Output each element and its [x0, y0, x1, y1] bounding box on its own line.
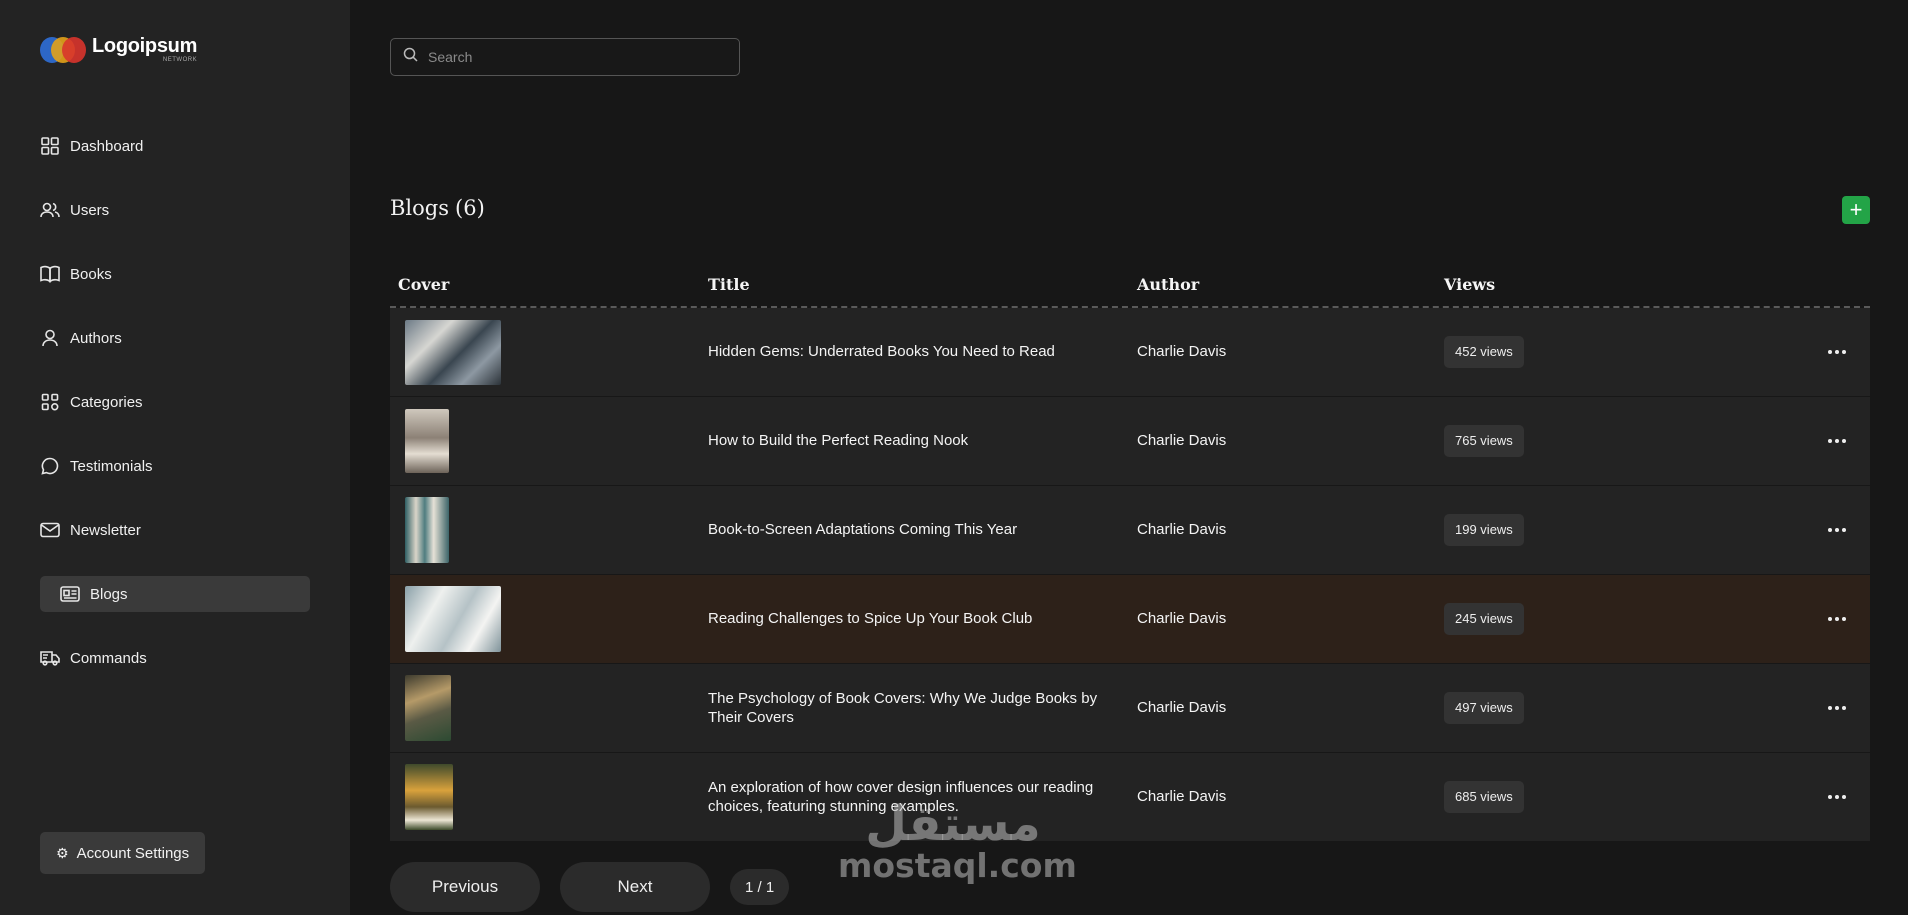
more-options-icon[interactable] [1828, 706, 1846, 710]
table-row[interactable]: Hidden Gems: Underrated Books You Need t… [390, 308, 1870, 397]
sidebar-item-newsletter[interactable]: Newsletter [32, 512, 310, 548]
page-indicator: 1 / 1 [730, 869, 790, 905]
more-options-icon[interactable] [1828, 350, 1846, 354]
search-icon [403, 47, 418, 67]
account-settings-label: Account Settings [76, 844, 190, 862]
column-header-title[interactable]: Title [708, 275, 1137, 294]
sidebar-nav: Dashboard Users Books Authors Categories [40, 128, 310, 704]
sidebar-item-label: Books [70, 265, 112, 283]
sidebar-item-dashboard[interactable]: Dashboard [32, 128, 310, 164]
cover-image [405, 319, 501, 385]
column-header-cover[interactable]: Cover [390, 275, 708, 294]
blog-title: Book-to-Screen Adaptations Coming This Y… [708, 521, 1018, 539]
sidebar-item-books[interactable]: Books [32, 256, 310, 292]
account-settings-button[interactable]: ⚙ Account Settings [40, 832, 206, 874]
pagination: Previous Next 1 / 1 [390, 862, 790, 912]
add-blog-button[interactable]: + [1842, 196, 1870, 224]
plus-icon: + [1849, 197, 1863, 222]
cover-image [405, 409, 449, 473]
sidebar-item-label: Authors [70, 329, 122, 347]
views-badge: 199 views [1444, 513, 1524, 547]
sidebar-item-label: Users [70, 201, 110, 219]
logo-mark-icon [40, 36, 86, 63]
column-header-views[interactable]: Views [1444, 275, 1804, 294]
sidebar-item-commands[interactable]: Commands [32, 640, 310, 676]
more-options-icon[interactable] [1828, 795, 1846, 799]
page-title: Blogs (6) [390, 196, 485, 220]
brand-name: Logoipsum [92, 35, 198, 57]
cover-image [405, 497, 449, 563]
more-options-icon[interactable] [1828, 439, 1846, 443]
blog-title: Reading Challenges to Spice Up Your Book… [708, 610, 1033, 628]
mail-icon [40, 520, 60, 540]
page-title-text: Blogs [390, 196, 450, 220]
sidebar-item-categories[interactable]: Categories [32, 384, 310, 420]
blog-title: Hidden Gems: Underrated Books You Need t… [708, 343, 1055, 361]
blog-author: Charlie Davis [1137, 343, 1227, 361]
table-row[interactable]: How to Build the Perfect Reading Nook Ch… [390, 397, 1870, 486]
blog-count: (6) [455, 196, 485, 220]
users-icon [40, 200, 60, 220]
sidebar-item-label: Dashboard [70, 137, 144, 155]
sidebar-item-label: Newsletter [70, 521, 141, 539]
table-header: Cover Title Author Views [390, 262, 1870, 308]
views-badge: 765 views [1444, 424, 1524, 458]
blog-author: Charlie Davis [1137, 432, 1227, 450]
watermark: مستقل mostaql.com [838, 796, 1077, 885]
dashboard-icon [40, 136, 60, 156]
blog-author: Charlie Davis [1137, 788, 1227, 806]
search-input[interactable] [428, 49, 718, 65]
next-button[interactable]: Next [560, 862, 710, 912]
table-row[interactable]: Book-to-Screen Adaptations Coming This Y… [390, 486, 1870, 575]
sidebar-item-users[interactable]: Users [32, 192, 310, 228]
watermark-latin: mostaql.com [838, 846, 1077, 885]
gear-icon: ⚙ [56, 844, 69, 861]
sidebar-item-label: Blogs [90, 585, 128, 603]
more-options-icon[interactable] [1828, 528, 1846, 532]
blog-title: The Psychology of Book Covers: Why We Ju… [708, 689, 1098, 727]
sidebar-item-testimonials[interactable]: Testimonials [32, 448, 310, 484]
table-row[interactable]: The Psychology of Book Covers: Why We Ju… [390, 664, 1870, 753]
sidebar-item-label: Testimonials [70, 457, 153, 475]
categories-icon [40, 392, 60, 412]
cover-image [405, 586, 501, 652]
blogs-table: Cover Title Author Views Hidden Gems: Un… [390, 262, 1870, 842]
brand-logo[interactable]: Logoipsum NETWORK [40, 36, 197, 63]
cover-image [405, 764, 453, 830]
truck-icon [40, 648, 60, 668]
sidebar-item-label: Commands [70, 649, 147, 667]
blog-title: How to Build the Perfect Reading Nook [708, 432, 969, 450]
search-box[interactable] [390, 38, 740, 76]
sidebar-item-label: Categories [70, 393, 143, 411]
sidebar: Logoipsum NETWORK Dashboard Users Books [0, 0, 350, 915]
watermark-arabic: مستقل [865, 796, 1041, 852]
chat-icon [40, 456, 60, 476]
more-options-icon[interactable] [1828, 617, 1846, 621]
blog-author: Charlie Davis [1137, 521, 1227, 539]
book-icon [40, 264, 60, 284]
previous-button[interactable]: Previous [390, 862, 540, 912]
blog-author: Charlie Davis [1137, 610, 1227, 628]
column-header-author[interactable]: Author [1137, 275, 1444, 294]
sidebar-item-blogs[interactable]: Blogs [40, 576, 310, 612]
cover-image [405, 675, 451, 741]
user-icon [40, 328, 60, 348]
blog-icon [60, 584, 80, 604]
views-badge: 452 views [1444, 335, 1524, 369]
views-badge: 245 views [1444, 602, 1524, 636]
views-badge: 685 views [1444, 780, 1524, 814]
views-badge: 497 views [1444, 691, 1524, 725]
table-row[interactable]: An exploration of how cover design influ… [390, 753, 1870, 842]
table-row[interactable]: Reading Challenges to Spice Up Your Book… [390, 575, 1870, 664]
blog-author: Charlie Davis [1137, 699, 1227, 717]
sidebar-item-authors[interactable]: Authors [32, 320, 310, 356]
brand-tagline: NETWORK [162, 57, 198, 63]
